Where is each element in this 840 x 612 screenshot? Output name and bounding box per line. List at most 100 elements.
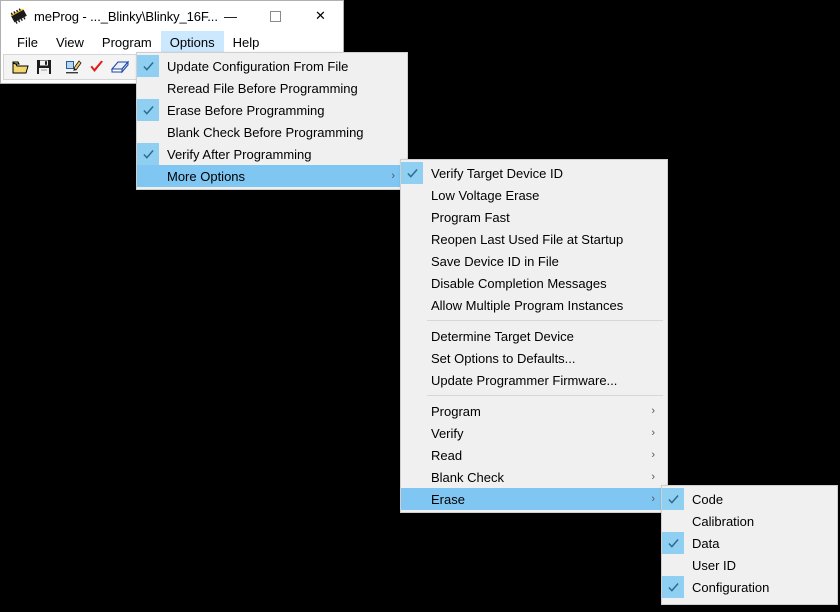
chevron-right-icon: › [651, 470, 655, 483]
checkmark-icon [667, 582, 679, 592]
checkmark-slot [401, 422, 423, 444]
save-file-icon[interactable] [33, 57, 54, 77]
menu-item-label: Data [692, 535, 720, 551]
checkmark-icon [667, 538, 679, 548]
menu-item-update-programmer-firmware[interactable]: Update Programmer Firmware... [401, 369, 667, 391]
open-file-icon[interactable] [10, 57, 31, 77]
menu-item-label: User ID [692, 557, 737, 573]
checkmark-icon [142, 149, 154, 159]
menubar-item-program[interactable]: Program [93, 31, 161, 53]
checkmark-slot [401, 488, 423, 510]
menu-item-disable-completion-messages[interactable]: Disable Completion Messages [401, 272, 667, 294]
checkmark-icon [406, 168, 418, 178]
menu-item-determine-target-device[interactable]: Determine Target Device [401, 325, 667, 347]
checkmark-slot [662, 510, 684, 532]
menu-item-read[interactable]: Read › [401, 444, 667, 466]
maximize-button[interactable] [253, 1, 298, 31]
menu-item-blank-check[interactable]: Blank Check › [401, 466, 667, 488]
checkmark-slot [137, 99, 159, 121]
checkmark-slot [401, 162, 423, 184]
options-menu: Update Configuration From File Reread Fi… [136, 52, 408, 190]
menu-item-verify-after-programming[interactable]: Verify After Programming [137, 143, 407, 165]
menu-item-program[interactable]: Program › [401, 400, 667, 422]
menubar-item-file[interactable]: File [8, 31, 47, 53]
menu-item-verify[interactable]: Verify › [401, 422, 667, 444]
checkmark-slot [401, 228, 423, 250]
close-button[interactable]: ✕ [298, 1, 343, 31]
menu-item-more-options[interactable]: More Options › [137, 165, 407, 187]
program-device-icon[interactable] [63, 57, 84, 77]
checkmark-icon [142, 61, 154, 71]
menu-item-erase-configuration[interactable]: Configuration [662, 576, 837, 598]
menubar-item-options[interactable]: Options [160, 31, 224, 53]
checkmark-icon [142, 105, 154, 115]
screen: meProg - ..._Blinky\Blinky_16F... — ✕ Fi… [0, 0, 840, 612]
menu-item-erase[interactable]: Erase › [401, 488, 667, 510]
menu-item-blank-check-before-programming[interactable]: Blank Check Before Programming [137, 121, 407, 143]
checkmark-slot [401, 250, 423, 272]
checkmark-slot [662, 554, 684, 576]
checkmark-slot [401, 400, 423, 422]
verify-icon[interactable] [86, 57, 107, 77]
chevron-right-icon: › [651, 404, 655, 417]
menu-item-label: Program [431, 403, 481, 419]
menu-item-reopen-last-used-file-at-startup[interactable]: Reopen Last Used File at Startup [401, 228, 667, 250]
menu-item-verify-target-device-id[interactable]: Verify Target Device ID [401, 162, 667, 184]
checkmark-slot [137, 143, 159, 165]
checkmark-slot [401, 294, 423, 316]
menu-item-label: Determine Target Device [431, 328, 574, 344]
menu-item-save-device-id-in-file[interactable]: Save Device ID in File [401, 250, 667, 272]
menubar-item-help[interactable]: Help [224, 31, 269, 53]
menu-item-label: Blank Check [431, 469, 504, 485]
menu-bar: File View Program Options Help [1, 31, 343, 53]
checkmark-icon [667, 494, 679, 504]
menu-item-label: Erase [431, 491, 465, 507]
window-controls: — ✕ [208, 1, 343, 31]
menu-item-erase-user-id[interactable]: User ID [662, 554, 837, 576]
menu-item-low-voltage-erase[interactable]: Low Voltage Erase [401, 184, 667, 206]
menu-item-label: Update Programmer Firmware... [431, 372, 618, 388]
chip-icon [8, 5, 30, 27]
menu-item-label: More Options [167, 168, 246, 184]
menu-item-label: Set Options to Defaults... [431, 350, 576, 366]
checkmark-slot [662, 576, 684, 598]
menu-item-label: Reopen Last Used File at Startup [431, 231, 624, 247]
menu-item-label: Code [692, 491, 724, 507]
menu-item-program-fast[interactable]: Program Fast [401, 206, 667, 228]
menu-item-reread-file-before-programming[interactable]: Reread File Before Programming [137, 77, 407, 99]
menu-item-label: Program Fast [431, 209, 510, 225]
erase-icon[interactable] [109, 57, 130, 77]
menu-item-label: Calibration [692, 513, 755, 529]
menu-item-label: Blank Check Before Programming [167, 124, 364, 140]
menu-item-label: Update Configuration From File [167, 58, 349, 74]
minimize-button[interactable]: — [208, 1, 253, 31]
title-bar: meProg - ..._Blinky\Blinky_16F... — ✕ [1, 1, 343, 31]
menu-item-set-options-to-defaults[interactable]: Set Options to Defaults... [401, 347, 667, 369]
checkmark-slot [137, 55, 159, 77]
menubar-item-view[interactable]: View [47, 31, 93, 53]
menu-separator [427, 395, 663, 396]
menu-item-erase-data[interactable]: Data [662, 532, 837, 554]
chevron-right-icon: › [651, 448, 655, 461]
checkmark-slot [401, 466, 423, 488]
menu-separator [427, 320, 663, 321]
checkmark-slot [662, 488, 684, 510]
checkmark-slot [137, 121, 159, 143]
menu-item-label: Verify After Programming [167, 146, 312, 162]
menu-item-erase-code[interactable]: Code [662, 488, 837, 510]
menu-item-label: Verify [431, 425, 464, 441]
menu-item-erase-calibration[interactable]: Calibration [662, 510, 837, 532]
checkmark-slot [401, 325, 423, 347]
checkmark-slot [401, 369, 423, 391]
menu-item-update-configuration-from-file[interactable]: Update Configuration From File [137, 55, 407, 77]
menu-item-label: Erase Before Programming [167, 102, 325, 118]
checkmark-slot [137, 77, 159, 99]
menu-item-label: Read [431, 447, 463, 463]
more-options-submenu: Verify Target Device ID Low Voltage Eras… [400, 159, 668, 513]
window-title: meProg - ..._Blinky\Blinky_16F... [34, 8, 218, 24]
checkmark-slot [401, 347, 423, 369]
menu-item-label: Allow Multiple Program Instances [431, 297, 624, 313]
menu-item-allow-multiple-program-instances[interactable]: Allow Multiple Program Instances [401, 294, 667, 316]
menu-item-erase-before-programming[interactable]: Erase Before Programming [137, 99, 407, 121]
chevron-right-icon: › [651, 426, 655, 439]
